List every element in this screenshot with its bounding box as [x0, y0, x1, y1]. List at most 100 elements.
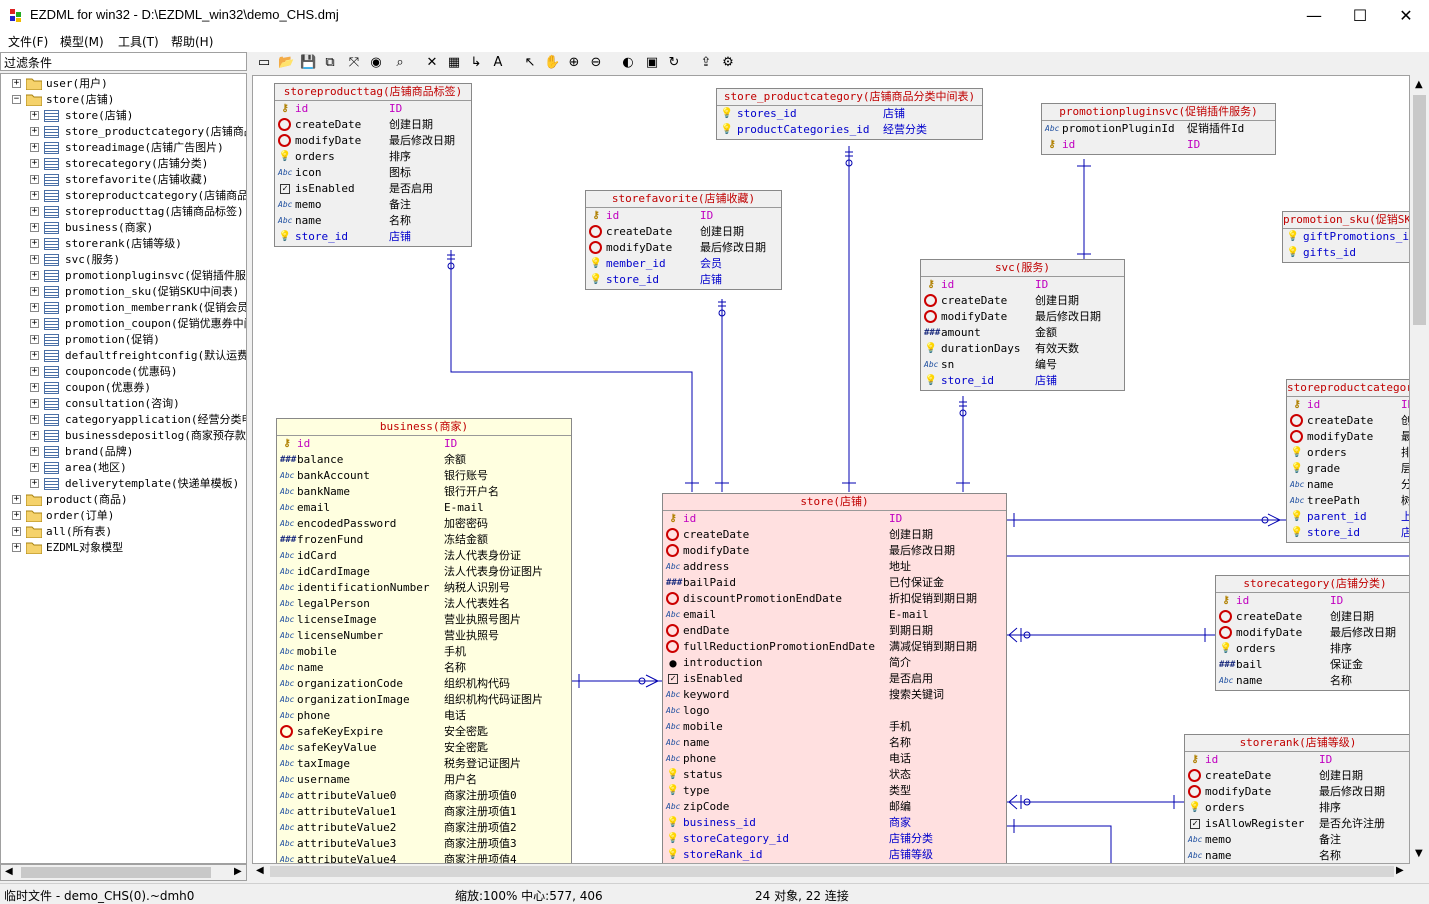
- table-field-row[interactable]: 💡orders 排序: [1216, 641, 1409, 657]
- menu-file[interactable]: 文件(F): [8, 33, 48, 50]
- tree-horizontal-scrollbar[interactable]: ◀ ▶: [0, 864, 247, 881]
- expand-toggle-icon[interactable]: +: [30, 271, 39, 280]
- menu-model[interactable]: 模型(M): [60, 33, 104, 50]
- table-field-row[interactable]: ✓ isEnabled 是否启用: [663, 671, 1006, 687]
- table-field-row[interactable]: 💡gifts_id赠品: [1283, 245, 1409, 261]
- table-field-row[interactable]: 💡 business_id 商家: [663, 815, 1006, 831]
- table-storefavorite[interactable]: storefavorite(店铺收藏) ⚷ id ID createDate 创建日期 mo…: [585, 190, 782, 290]
- table-field-row[interactable]: 💡 durationDays 有效天数: [921, 341, 1124, 357]
- table-field-row[interactable]: createDate 创建日期: [275, 117, 471, 133]
- table-field-row[interactable]: Abc mobile 手机: [277, 644, 571, 660]
- table-field-row[interactable]: Abc sn 编号: [921, 357, 1124, 373]
- table-field-row[interactable]: modifyDate 最后修改日期: [663, 543, 1006, 559]
- table-field-row[interactable]: 💡orders 排序: [275, 149, 471, 165]
- expand-toggle-icon[interactable]: +: [30, 239, 39, 248]
- table-field-row[interactable]: Abc name 名称: [663, 735, 1006, 751]
- expand-toggle-icon[interactable]: +: [30, 111, 39, 120]
- table-field-row[interactable]: modifyDate 最后修改日期: [1185, 784, 1409, 800]
- scroll-down-icon[interactable]: ▼: [1415, 848, 1423, 859]
- table-field-row[interactable]: createDate 创建日期: [586, 224, 781, 240]
- table-field-row[interactable]: Abc keyword 搜索关键词: [663, 687, 1006, 703]
- zoom-in-icon[interactable]: ⊕: [566, 55, 582, 71]
- hand-icon[interactable]: ✋: [544, 55, 560, 71]
- table-field-row[interactable]: Abc memo 备注: [1185, 832, 1409, 848]
- table-field-row[interactable]: createDate 创建日期: [921, 293, 1124, 309]
- table-field-row[interactable]: createDate 创建日期: [1216, 609, 1409, 625]
- table-field-row[interactable]: 💡 type 类型: [663, 783, 1006, 799]
- scroll-left-icon[interactable]: ◀: [5, 866, 13, 877]
- table-storerank[interactable]: storerank(店铺等级) ⚷ id ID createDate 创建日期 modify…: [1184, 734, 1409, 863]
- table-field-row[interactable]: fullReductionPromotionEndDate 满减促销到期日期: [663, 639, 1006, 655]
- new-icon[interactable]: ▭: [256, 55, 272, 71]
- link-icon[interactable]: ↳: [468, 55, 484, 71]
- expand-toggle-icon[interactable]: +: [30, 383, 39, 392]
- text-icon[interactable]: A: [490, 55, 506, 71]
- layout-icon[interactable]: ⤧: [346, 55, 362, 71]
- table-field-row[interactable]: ### frozenFund 冻结金额: [277, 532, 571, 548]
- diagram-vscroll-thumb[interactable]: [1413, 95, 1426, 325]
- table-store[interactable]: store(店铺) ⚷ id ID createDate 创建日期 modifyDate 最后…: [662, 493, 1007, 863]
- expand-toggle-icon[interactable]: +: [30, 175, 39, 184]
- table-field-row[interactable]: ⚷ id ID: [277, 436, 571, 452]
- open-icon[interactable]: 📂: [278, 55, 294, 71]
- table-field-row[interactable]: 💡grade 层级: [1287, 461, 1409, 477]
- scroll-right-icon[interactable]: ▶: [1396, 865, 1404, 876]
- table-field-row[interactable]: createDate 创建日期: [1185, 768, 1409, 784]
- table-field-row[interactable]: endDate 到期日期: [663, 623, 1006, 639]
- expand-toggle-icon[interactable]: +: [30, 335, 39, 344]
- pointer-icon[interactable]: ↖: [522, 55, 538, 71]
- expand-toggle-icon[interactable]: +: [30, 399, 39, 408]
- expand-toggle-icon[interactable]: +: [12, 495, 21, 504]
- table-field-row[interactable]: Abc zipCode 邮编: [663, 799, 1006, 815]
- table-field-row[interactable]: Abc licenseImage 营业执照号图片: [277, 612, 571, 628]
- model-tree[interactable]: + user(用户) − store(店铺) + store(店铺) + store_prod…: [0, 73, 247, 864]
- table-field-row[interactable]: Abc phone 电话: [663, 751, 1006, 767]
- table-field-row[interactable]: createDate 创建日期: [1287, 413, 1409, 429]
- expand-toggle-icon[interactable]: +: [30, 143, 39, 152]
- image-icon[interactable]: ▣: [644, 55, 660, 71]
- table-field-row[interactable]: Abc legalPerson 法人代表姓名: [277, 596, 571, 612]
- table-field-row[interactable]: discountPromotionEndDate 折扣促销到期日期: [663, 591, 1006, 607]
- table-field-row[interactable]: Abc encodedPassword 加密密码: [277, 516, 571, 532]
- table-field-row[interactable]: Abc bankName 银行开户名: [277, 484, 571, 500]
- table-field-row[interactable]: Abc name 名称: [1185, 848, 1409, 863]
- table-field-row[interactable]: Abcname 分类名称: [1287, 477, 1409, 493]
- expand-toggle-icon[interactable]: +: [12, 527, 21, 536]
- expand-toggle-icon[interactable]: +: [30, 367, 39, 376]
- view-icon[interactable]: ◐: [620, 55, 636, 71]
- table-field-row[interactable]: 💡store_id 店铺: [275, 229, 471, 245]
- table-field-row[interactable]: modifyDate 最后修改日期: [275, 133, 471, 149]
- table-field-row[interactable]: ### bail 保证金: [1216, 657, 1409, 673]
- scroll-left-icon[interactable]: ◀: [256, 865, 264, 876]
- expand-toggle-icon[interactable]: +: [12, 543, 21, 552]
- table-field-row[interactable]: 💡 productCategories_id 经营分类: [717, 122, 982, 138]
- table-business[interactable]: business(商家) ⚷ id ID ### balance 余额 Abc bankAcco…: [276, 418, 572, 863]
- table-field-row[interactable]: ⚷ id ID: [921, 277, 1124, 293]
- expand-toggle-icon[interactable]: +: [30, 159, 39, 168]
- table-field-row[interactable]: 💡store_id 店铺: [1287, 525, 1409, 541]
- table-field-row[interactable]: ✓ isAllowRegister 是否允许注册: [1185, 816, 1409, 832]
- table-field-row[interactable]: Abc safeKeyValue 安全密匙: [277, 740, 571, 756]
- table-field-row[interactable]: 💡orders 排序: [1287, 445, 1409, 461]
- table-field-row[interactable]: Abc icon 图标: [275, 165, 471, 181]
- expand-toggle-icon[interactable]: +: [30, 415, 39, 424]
- table-field-row[interactable]: Abc memo 备注: [275, 197, 471, 213]
- table-icon[interactable]: ▦: [446, 55, 462, 71]
- export-icon[interactable]: ⇪: [698, 55, 714, 71]
- table-field-row[interactable]: 💡 member_id 会员: [586, 256, 781, 272]
- table-field-row[interactable]: Abc logo: [663, 703, 1006, 719]
- table-storecategory[interactable]: storecategory(店铺分类) ⚷ id ID createDate 创建日期 mo…: [1215, 575, 1409, 691]
- table-field-row[interactable]: safeKeyExpire 安全密匙: [277, 724, 571, 740]
- table-field-row[interactable]: Abc attributeValue1 商家注册项值1: [277, 804, 571, 820]
- table-field-row[interactable]: ● introduction 简介: [663, 655, 1006, 671]
- copy-icon[interactable]: ⧉: [322, 55, 338, 71]
- expand-toggle-icon[interactable]: +: [30, 463, 39, 472]
- table-field-row[interactable]: ⚷ id ID: [1216, 593, 1409, 609]
- table-field-row[interactable]: 💡 storeCategory_id 店铺分类: [663, 831, 1006, 847]
- table-field-row[interactable]: modifyDate 最后修改日期: [921, 309, 1124, 325]
- table-field-row[interactable]: ✓ isEnabled 是否启用: [275, 181, 471, 197]
- table-field-row[interactable]: Abc mobile 手机: [663, 719, 1006, 735]
- table-field-row[interactable]: 💡parent_id 上级分类: [1287, 509, 1409, 525]
- diagram-canvas[interactable]: storeproducttag(店铺商品标签) ⚷ id ID createDate 创建…: [252, 75, 1410, 864]
- table-field-row[interactable]: Abc email E-mail: [277, 500, 571, 516]
